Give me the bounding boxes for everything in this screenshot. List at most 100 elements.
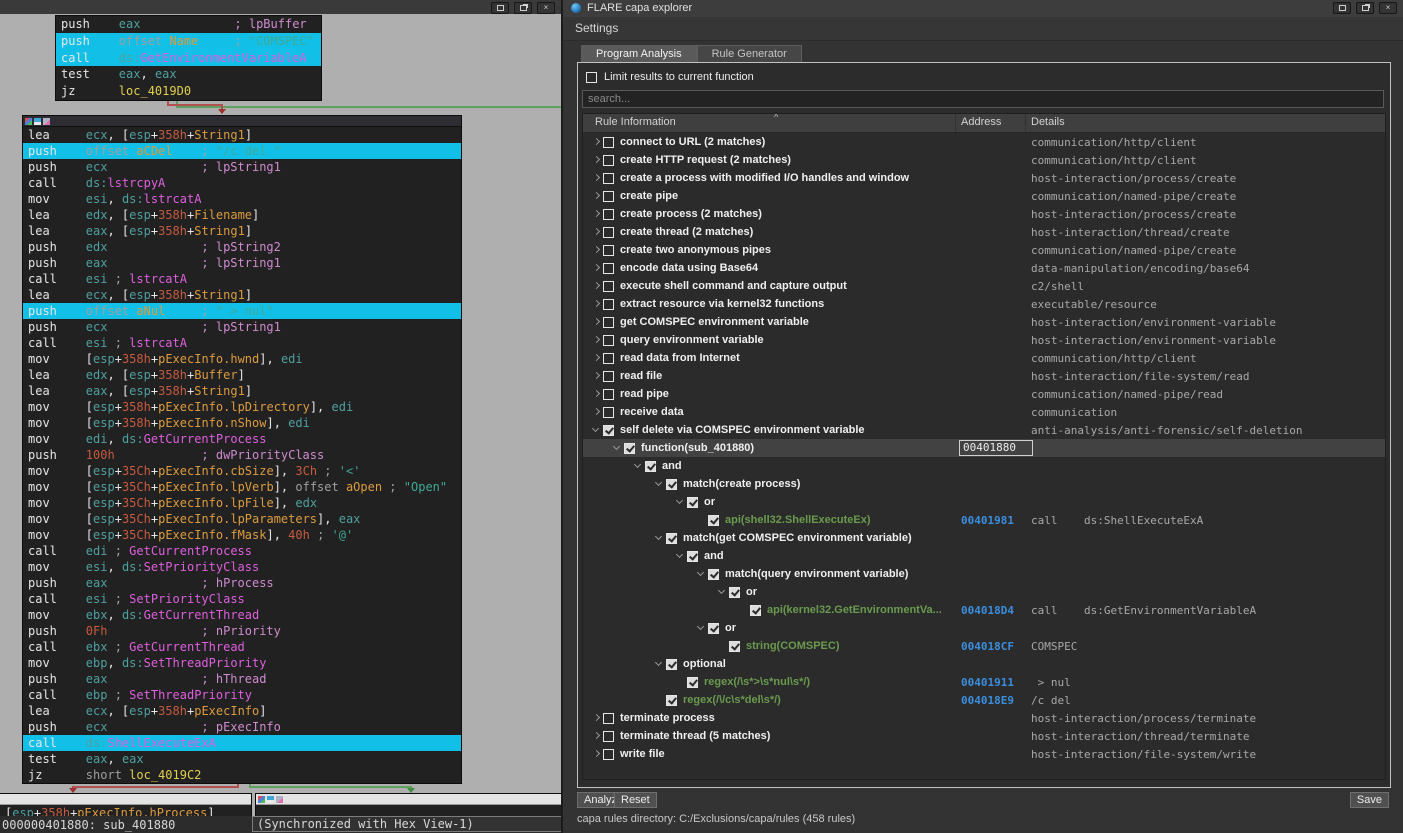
rule-checkbox[interactable] bbox=[603, 335, 614, 346]
tab-rule-generator[interactable]: Rule Generator bbox=[697, 45, 802, 63]
expand-icon[interactable] bbox=[591, 227, 601, 237]
rule-checkbox[interactable] bbox=[603, 263, 614, 274]
rule-row[interactable]: query environment variablehost-interacti… bbox=[583, 331, 1385, 349]
disasm-line[interactable]: push ecx ; pExecInfo bbox=[23, 719, 461, 735]
expand-icon[interactable] bbox=[591, 353, 601, 363]
expand-icon[interactable] bbox=[591, 371, 601, 381]
rule-checkbox[interactable] bbox=[603, 227, 614, 238]
disasm-line[interactable]: push offset Name ; "COMSPEC" bbox=[56, 33, 321, 50]
expand-icon[interactable] bbox=[591, 209, 601, 219]
rule-checkbox[interactable] bbox=[708, 569, 719, 580]
disasm-line[interactable]: push 100h ; dwPriorityClass bbox=[23, 447, 461, 463]
rule-checkbox[interactable] bbox=[603, 425, 614, 436]
disasm-line[interactable]: call ds:GetEnvironmentVariableA bbox=[56, 50, 321, 67]
reset-button[interactable]: Reset bbox=[614, 792, 657, 808]
disasm-line[interactable]: mov ebx, ds:GetCurrentThread bbox=[23, 607, 461, 623]
expand-icon[interactable] bbox=[591, 245, 601, 255]
rule-row[interactable]: read data from Internetcommunication/htt… bbox=[583, 349, 1385, 367]
expand-icon[interactable] bbox=[591, 263, 601, 273]
rule-row[interactable]: create a process with modified I/O handl… bbox=[583, 169, 1385, 187]
rule-row[interactable]: self delete via COMSPEC environment vari… bbox=[583, 421, 1385, 439]
rule-row[interactable]: terminate thread (5 matches)host-interac… bbox=[583, 727, 1385, 745]
disasm-line[interactable]: call esi ; lstrcatA bbox=[23, 271, 461, 287]
disasm-line[interactable]: push offset aCDel ; "/c del " bbox=[23, 143, 461, 159]
expand-icon[interactable] bbox=[591, 173, 601, 183]
disasm-line[interactable]: mov [esp+35Ch+pExecInfo.cbSize], 3Ch ; '… bbox=[23, 463, 461, 479]
collapse-icon[interactable] bbox=[696, 623, 706, 633]
disasm-line[interactable]: push eax ; lpString1 bbox=[23, 255, 461, 271]
rule-checkbox[interactable] bbox=[603, 389, 614, 400]
rule-checkbox[interactable] bbox=[603, 281, 614, 292]
rule-checkbox[interactable] bbox=[603, 353, 614, 364]
rule-checkbox[interactable] bbox=[729, 641, 740, 652]
disasm-line[interactable]: jz short loc_4019C2 bbox=[23, 767, 461, 783]
rule-checkbox[interactable] bbox=[603, 245, 614, 256]
disasm-line[interactable]: lea eax, [esp+358h+String1] bbox=[23, 223, 461, 239]
disasm-line[interactable]: mov [esp+35Ch+pExecInfo.lpParameters], e… bbox=[23, 511, 461, 527]
rule-row[interactable]: connect to URL (2 matches)communication/… bbox=[583, 133, 1385, 151]
disasm-line[interactable]: mov [esp+35Ch+pExecInfo.fMask], 40h ; '@… bbox=[23, 527, 461, 543]
disasm-line[interactable]: call ebp ; SetThreadPriority bbox=[23, 687, 461, 703]
rule-checkbox[interactable] bbox=[687, 497, 698, 508]
expand-icon[interactable] bbox=[591, 137, 601, 147]
disasm-line[interactable]: call edi ; GetCurrentProcess bbox=[23, 543, 461, 559]
restore-icon[interactable] bbox=[514, 2, 532, 14]
disasm-line[interactable]: jz loc_4019D0 bbox=[56, 83, 321, 100]
disasm-line[interactable]: push 0Fh ; nPriority bbox=[23, 623, 461, 639]
basic-block-bottom-left[interactable]: [esp+358h+pExecInfo.hProcess] bbox=[0, 793, 252, 818]
rule-row[interactable]: read filehost-interaction/file-system/re… bbox=[583, 367, 1385, 385]
rule-row[interactable]: create pipecommunication/named-pipe/crea… bbox=[583, 187, 1385, 205]
disasm-line[interactable]: push ecx ; lpString1 bbox=[23, 159, 461, 175]
disasm-line[interactable]: mov esi, ds:SetPriorityClass bbox=[23, 559, 461, 575]
expand-icon[interactable] bbox=[591, 731, 601, 741]
menu-settings[interactable]: Settings bbox=[575, 21, 618, 35]
rule-row[interactable]: optional bbox=[583, 655, 1385, 673]
rule-checkbox[interactable] bbox=[603, 371, 614, 382]
limit-checkbox-row[interactable]: Limit results to current function bbox=[586, 71, 754, 83]
disasm-line[interactable]: call esi ; lstrcatA bbox=[23, 335, 461, 351]
column-rule-information[interactable]: Rule Information bbox=[595, 116, 676, 128]
disasm-line[interactable]: push offset aNul ; " > nul" bbox=[23, 303, 461, 319]
disasm-line[interactable]: mov [esp+35Ch+pExecInfo.lpFile], edx bbox=[23, 495, 461, 511]
disasm-line[interactable]: test eax, eax bbox=[56, 66, 321, 83]
rule-row[interactable]: encode data using Base64data-manipulatio… bbox=[583, 259, 1385, 277]
rule-row[interactable]: regex(/\s*>\s*nul\s*/)00401911 > nul bbox=[583, 673, 1385, 691]
rule-checkbox[interactable] bbox=[603, 317, 614, 328]
rule-checkbox[interactable] bbox=[729, 587, 740, 598]
rule-row[interactable]: create HTTP request (2 matches)communica… bbox=[583, 151, 1385, 169]
column-details[interactable]: Details bbox=[1031, 116, 1065, 128]
rule-checkbox[interactable] bbox=[750, 605, 761, 616]
rule-checkbox[interactable] bbox=[687, 551, 698, 562]
rule-checkbox[interactable] bbox=[603, 209, 614, 220]
disasm-line[interactable]: mov [esp+35Ch+pExecInfo.lpVerb], offset … bbox=[23, 479, 461, 495]
collapse-icon[interactable] bbox=[696, 569, 706, 579]
collapse-icon[interactable] bbox=[654, 533, 664, 543]
rule-checkbox[interactable] bbox=[603, 407, 614, 418]
rule-row[interactable]: function(sub_401880)00401880 bbox=[583, 439, 1385, 457]
rule-row[interactable]: receive datacommunication bbox=[583, 403, 1385, 421]
rule-checkbox[interactable] bbox=[666, 479, 677, 490]
rule-checkbox[interactable] bbox=[603, 713, 614, 724]
rule-checkbox[interactable] bbox=[603, 191, 614, 202]
disasm-line[interactable]: lea ecx, [esp+358h+String1] bbox=[23, 127, 461, 143]
basic-block-main[interactable]: lea ecx, [esp+358h+String1]push offset a… bbox=[22, 115, 462, 784]
disasm-line[interactable]: mov [esp+358h+pExecInfo.lpDirectory], ed… bbox=[23, 399, 461, 415]
disasm-line[interactable]: push edx ; lpString2 bbox=[23, 239, 461, 255]
rule-row[interactable]: create process (2 matches)host-interacti… bbox=[583, 205, 1385, 223]
disasm-line[interactable]: test eax, eax bbox=[23, 751, 461, 767]
expand-icon[interactable] bbox=[591, 389, 601, 399]
tab-program-analysis[interactable]: Program Analysis bbox=[581, 45, 697, 63]
expand-icon[interactable] bbox=[591, 335, 601, 345]
rule-row[interactable]: read pipecommunication/named-pipe/read bbox=[583, 385, 1385, 403]
expand-icon[interactable] bbox=[591, 299, 601, 309]
rule-row[interactable]: match(get COMSPEC environment variable) bbox=[583, 529, 1385, 547]
expand-icon[interactable] bbox=[591, 191, 601, 201]
rule-checkbox[interactable] bbox=[687, 677, 698, 688]
rule-checkbox[interactable] bbox=[603, 155, 614, 166]
collapse-icon[interactable] bbox=[633, 461, 643, 471]
rule-row[interactable]: api(kernel32.GetEnvironmentVa...004018D4… bbox=[583, 601, 1385, 619]
basic-block-getenv[interactable]: push eax ; lpBufferpush offset Name ; "C… bbox=[55, 15, 322, 101]
disasm-line[interactable]: lea edx, [esp+358h+Filename] bbox=[23, 207, 461, 223]
limit-checkbox[interactable] bbox=[586, 72, 597, 83]
rule-row[interactable]: api(shell32.ShellExecuteEx)00401981call … bbox=[583, 511, 1385, 529]
